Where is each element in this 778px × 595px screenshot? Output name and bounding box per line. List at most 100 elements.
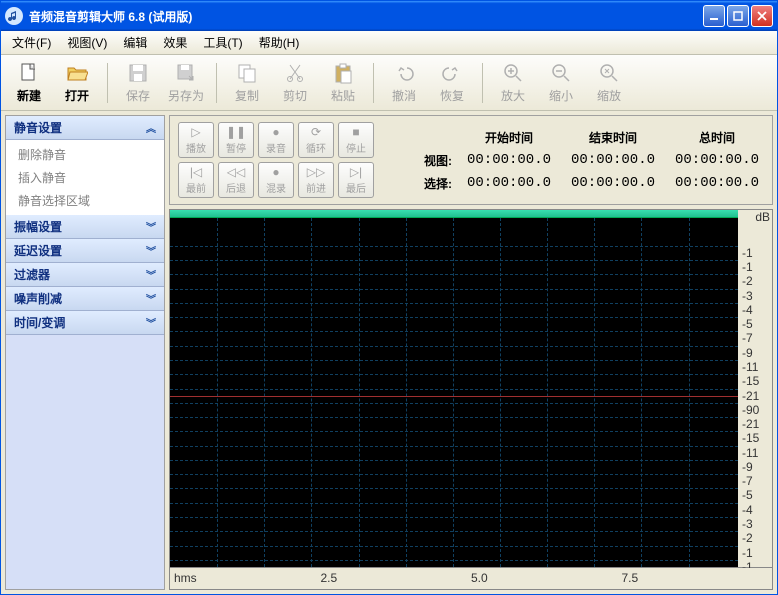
sidebar-panel-title: 噪声削减 (14, 290, 62, 307)
transport-loop-button[interactable]: ⟳循环 (298, 122, 334, 158)
sidebar-item[interactable]: 删除静音 (18, 146, 152, 163)
transport-label: 混录 (266, 180, 286, 195)
sidebar-panel-title: 静音设置 (14, 119, 62, 136)
toolbar-zoomfit-button: 缩放 (587, 58, 631, 108)
time-header: 总时间 (670, 129, 764, 146)
transport-label: 最前 (186, 180, 206, 195)
transport-last-button[interactable]: ▷|最后 (338, 162, 374, 198)
time-tick: 2.5 (321, 571, 338, 585)
menu-3[interactable]: 效果 (156, 31, 194, 54)
db-tick: -2 (742, 274, 753, 288)
pause-icon: ❚❚ (226, 125, 246, 139)
toolbar-redo-button: 恢复 (430, 58, 474, 108)
toolbar-label: 另存为 (168, 87, 204, 104)
titlebar: 音频混音剪辑大师 6.8 (试用版) (1, 1, 777, 31)
mix-icon: ● (272, 165, 279, 179)
chevron-down-icon: ︾ (146, 267, 156, 282)
toolbar-save-button: 保存 (116, 58, 160, 108)
play-icon: ▷ (191, 125, 200, 139)
transport-bar: ▷播放❚❚暂停●录音⟳循环■停止|◁最前◁◁后退●混录▷▷前进▷|最后 开始时间… (169, 115, 773, 205)
sidebar-panel-time[interactable]: 时间/变调 ︾ (6, 311, 164, 335)
main-panel: ▷播放❚❚暂停●录音⟳循环■停止|◁最前◁◁后退●混录▷▷前进▷|最后 开始时间… (169, 115, 773, 590)
sidebar-panel-filter[interactable]: 过滤器︾ (6, 263, 164, 287)
menu-0[interactable]: 文件(F) (5, 31, 58, 54)
sidebar-panel-delay[interactable]: 延迟设置︾ (6, 239, 164, 263)
transport-stop-button[interactable]: ■停止 (338, 122, 374, 158)
transport-back-button[interactable]: ◁◁后退 (218, 162, 254, 198)
note-icon (8, 10, 20, 22)
maximize-button[interactable] (727, 5, 749, 27)
sidebar: 静音设置︽删除静音插入静音静音选择区域振幅设置︾延迟设置︾过滤器︾噪声削减︾时间… (5, 115, 165, 590)
time-value: 00:00:00.0 (670, 175, 764, 191)
db-tick: -11 (742, 446, 758, 460)
chevron-up-icon: ︽ (146, 120, 156, 135)
time-tick: 5.0 (471, 571, 488, 585)
db-tick: -21 (742, 417, 759, 431)
undo-icon (392, 61, 416, 85)
transport-label: 播放 (186, 140, 206, 155)
waveform-canvas[interactable] (170, 210, 738, 567)
zoom-out-icon (549, 61, 573, 85)
workarea: 静音设置︽删除静音插入静音静音选择区域振幅设置︾延迟设置︾过滤器︾噪声削减︾时间… (1, 111, 777, 594)
record-icon: ● (272, 125, 279, 139)
toolbar-label: 缩放 (597, 87, 621, 104)
app-icon (5, 7, 23, 25)
transport-record-button[interactable]: ●录音 (258, 122, 294, 158)
cut-icon (283, 61, 307, 85)
menu-1[interactable]: 视图(V) (60, 31, 114, 54)
toolbar-open-button[interactable]: 打开 (55, 58, 99, 108)
time-row-label: 选择: (402, 175, 452, 192)
window-title: 音频混音剪辑大师 6.8 (试用版) (29, 8, 703, 25)
waveform-display[interactable]: dB -1-1-2-3-4-5-7-9-11-15-21-90-21-15-11… (169, 209, 773, 568)
toolbar-label: 恢复 (440, 87, 464, 104)
transport-pause-button[interactable]: ❚❚暂停 (218, 122, 254, 158)
fwd-icon: ▷▷ (307, 165, 325, 179)
toolbar-cut-button: 剪切 (273, 58, 317, 108)
back-icon: ◁◁ (227, 165, 245, 179)
toolbar-zoomout-button: 缩小 (539, 58, 583, 108)
redo-icon (440, 61, 464, 85)
sidebar-panel-amp[interactable]: 振幅设置︾ (6, 215, 164, 239)
minimize-button[interactable] (703, 5, 725, 27)
menu-4[interactable]: 工具(T) (196, 31, 249, 54)
transport-fwd-button[interactable]: ▷▷前进 (298, 162, 334, 198)
close-button[interactable] (751, 5, 773, 27)
toolbar-separator (216, 63, 217, 103)
toolbar-label: 保存 (126, 87, 150, 104)
time-tick: 7.5 (622, 571, 639, 585)
sidebar-panel-mute[interactable]: 静音设置 ︽ (6, 116, 164, 140)
transport-mix-button[interactable]: ●混录 (258, 162, 294, 198)
time-row-label: 视图: (402, 152, 452, 169)
sidebar-panel-noise[interactable]: 噪声削减 ︾ (6, 287, 164, 311)
time-header: 开始时间 (462, 129, 556, 146)
transport-first-button[interactable]: |◁最前 (178, 162, 214, 198)
zoom-fit-icon (597, 61, 621, 85)
toolbar-label: 缩小 (549, 87, 573, 104)
transport-label: 暂停 (226, 140, 246, 155)
db-tick: -5 (742, 488, 753, 502)
toolbar-separator (107, 63, 108, 103)
minimize-icon (709, 11, 719, 21)
app-window: 音频混音剪辑大师 6.8 (试用版) 文件(F)视图(V)编辑效果工具(T)帮助… (0, 0, 778, 595)
transport-label: 前进 (306, 180, 326, 195)
sidebar-panel-title: 时间/变调 (14, 314, 65, 331)
db-tick: -15 (742, 374, 759, 388)
chevron-down-icon: ︾ (146, 315, 156, 330)
sidebar-item[interactable]: 静音选择区域 (18, 192, 152, 209)
sidebar-item[interactable]: 插入静音 (18, 169, 152, 186)
toolbar-new-button[interactable]: 新建 (7, 58, 51, 108)
menu-5[interactable]: 帮助(H) (252, 31, 307, 54)
db-tick: -3 (742, 289, 753, 303)
sidebar-panel-body: 删除静音插入静音静音选择区域 (6, 140, 164, 215)
db-scale: dB -1-1-2-3-4-5-7-9-11-15-21-90-21-15-11… (738, 210, 772, 567)
stop-icon: ■ (352, 125, 359, 139)
transport-play-button[interactable]: ▷播放 (178, 122, 214, 158)
time-axis: hms 2.55.07.5 (169, 568, 773, 590)
time-value: 00:00:00.0 (462, 152, 556, 168)
db-tick: -9 (742, 346, 753, 360)
toolbar-saveas-button: 另存为 (164, 58, 208, 108)
menu-2[interactable]: 编辑 (116, 31, 154, 54)
chevron-down-icon: ︾ (146, 291, 156, 306)
db-unit-label: dB (755, 210, 770, 224)
toolbar-label: 复制 (235, 87, 259, 104)
